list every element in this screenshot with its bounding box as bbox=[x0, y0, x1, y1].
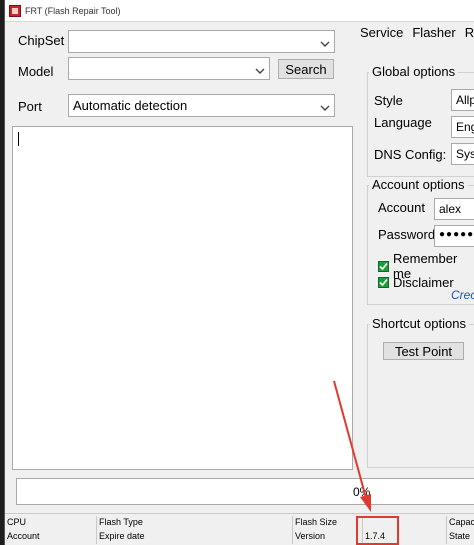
annotation-arrow-icon bbox=[333, 380, 371, 512]
annotation-highlight-box bbox=[356, 516, 399, 545]
